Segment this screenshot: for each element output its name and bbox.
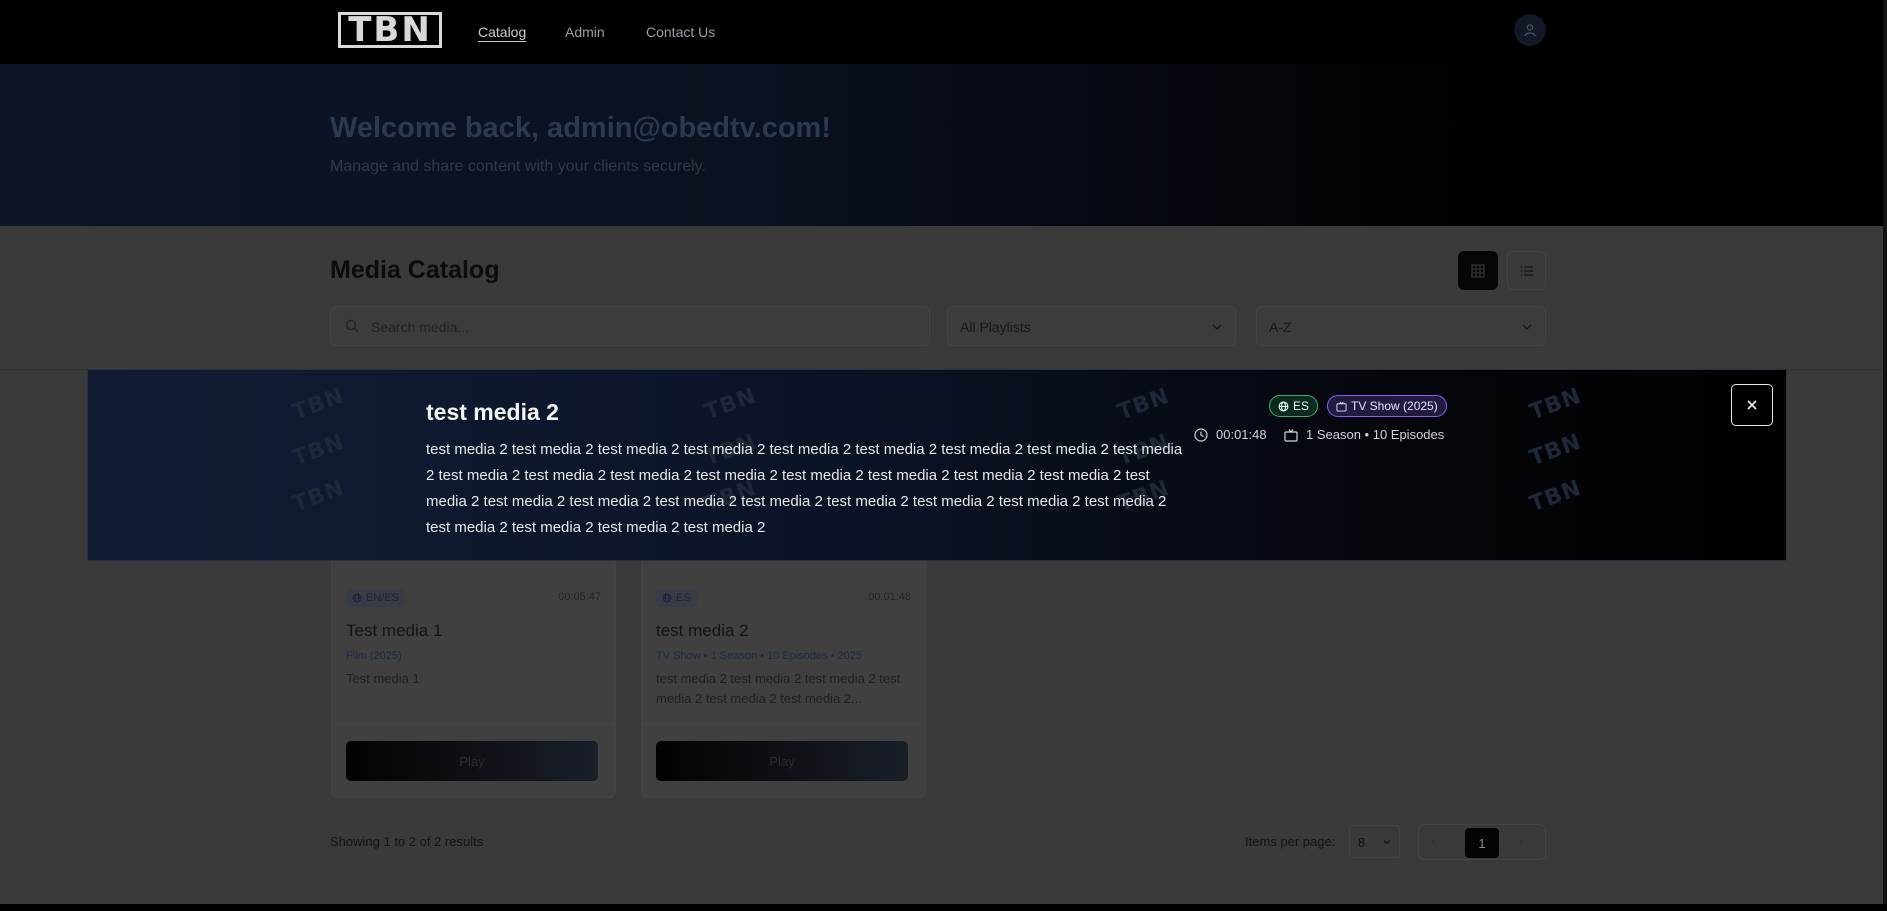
tbn-watermark: TBN (1114, 383, 1173, 426)
card-meta: TV Show • 1 Season • 10 Episodes • 2025 (656, 650, 863, 662)
media-card[interactable]: EN/ES 00:05:47 Test media 1 Film (2025) … (331, 557, 616, 798)
items-per-page-label: Items per page: (1245, 834, 1336, 849)
tbn-logo[interactable]: TBN (338, 12, 442, 48)
card-description: test media 2 test media 2 test media 2 t… (656, 671, 901, 706)
playlist-select-value: All Playlists (960, 319, 1031, 335)
search-input[interactable]: Search media... (330, 306, 930, 346)
sort-select[interactable]: A-Z (1256, 306, 1546, 346)
language-badge-label: EN/ES (366, 592, 400, 604)
close-icon (1747, 400, 1757, 410)
card-duration: 00:01:48 (868, 591, 911, 603)
pagination: ‹ 1 › (1418, 824, 1546, 860)
search-placeholder: Search media... (371, 319, 470, 335)
card-divider (332, 723, 615, 724)
banner-seasons: 1 Season • 10 Episodes (1284, 427, 1444, 442)
user-menu-button[interactable] (1514, 14, 1546, 46)
media-card[interactable]: ES 00:01:48 test media 2 TV Show • 1 Sea… (641, 557, 926, 798)
globe-icon (662, 593, 672, 603)
card-title: test media 2 (656, 621, 749, 640)
tbn-watermark: TBN (289, 429, 348, 472)
type-pill: TV Show (2025) (1327, 395, 1447, 417)
card-meta: Film (2025) (346, 650, 402, 662)
card-title: Test media 1 (346, 621, 443, 640)
globe-icon (1278, 401, 1289, 411)
language-badge-label: ES (676, 592, 691, 604)
prev-page-button[interactable]: ‹ (1431, 834, 1435, 849)
language-pill: ES (1269, 395, 1319, 417)
list-view-button[interactable] (1507, 251, 1546, 290)
main-content (0, 226, 1887, 904)
page-scrollbar[interactable] (1883, 0, 1887, 904)
chevron-down-icon (1383, 840, 1391, 845)
nav-admin[interactable]: Admin (565, 24, 605, 40)
card-divider (642, 723, 925, 724)
welcome-subtitle: Manage and share content with your clien… (330, 158, 706, 175)
welcome-title: Welcome back, admin@obedtv.com! (330, 112, 831, 144)
next-page-button[interactable]: › (1519, 834, 1523, 849)
welcome-hero (0, 64, 1887, 226)
tbn-watermark: TBN (289, 475, 348, 518)
banner-description: test media 2 test media 2 test media 2 t… (426, 441, 1183, 536)
items-per-page-value: 8 (1358, 835, 1366, 850)
banner-title: test media 2 (426, 399, 559, 425)
nav-catalog[interactable]: Catalog (478, 24, 526, 40)
type-pill-label: TV Show (2025) (1351, 399, 1438, 413)
tv-icon (1284, 428, 1298, 442)
card-duration: 00:05:47 (558, 591, 601, 603)
globe-icon (352, 593, 362, 603)
catalog-title: Media Catalog (330, 256, 500, 284)
grid-icon (1471, 263, 1485, 278)
search-icon (345, 319, 359, 333)
media-preview-banner: TBN TBN TBN TBN TBN TBN TBN TBN TBN TBN … (87, 369, 1787, 561)
tbn-watermark: TBN (289, 383, 348, 426)
footer (0, 904, 1887, 911)
tbn-watermark: TBN (701, 383, 760, 426)
language-pill-label: ES (1293, 399, 1310, 413)
top-navbar (0, 0, 1887, 64)
tbn-watermark: TBN (1526, 383, 1585, 426)
banner-duration-value: 00:01:48 (1216, 427, 1267, 442)
playlist-select[interactable]: All Playlists (947, 306, 1236, 346)
results-count: Showing 1 to 2 of 2 results (330, 834, 484, 849)
tbn-watermark: TBN (1526, 475, 1585, 518)
banner-seasons-value: 1 Season • 10 Episodes (1306, 427, 1445, 442)
card-description: Test media 1 (346, 671, 420, 686)
tbn-watermark: TBN (1526, 429, 1585, 472)
sort-select-value: A-Z (1269, 319, 1292, 335)
list-icon (1520, 265, 1533, 276)
chevron-down-icon (1522, 324, 1532, 330)
page-button-current[interactable]: 1 (1465, 828, 1499, 858)
tv-icon (1336, 401, 1347, 412)
language-badge: ES (656, 589, 697, 607)
play-button[interactable]: Play (346, 741, 598, 781)
user-icon (1524, 24, 1536, 37)
chevron-down-icon (1212, 324, 1222, 330)
grid-view-button[interactable] (1458, 251, 1498, 290)
clock-icon (1194, 427, 1208, 442)
close-button[interactable] (1731, 384, 1773, 426)
play-button[interactable]: Play (656, 741, 908, 781)
nav-contact-us[interactable]: Contact Us (646, 24, 715, 40)
banner-duration: 00:01:48 (1194, 427, 1267, 442)
items-per-page-select[interactable]: 8 (1349, 825, 1400, 858)
language-badge: EN/ES (346, 589, 406, 607)
